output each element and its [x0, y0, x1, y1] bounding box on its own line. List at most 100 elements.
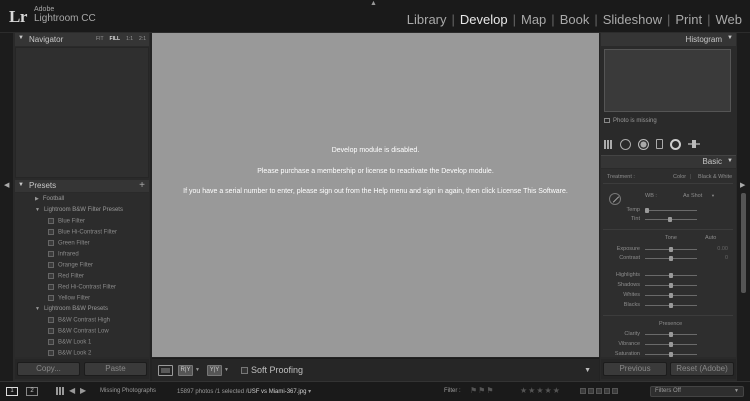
chevron-down-icon[interactable]: ▾ — [308, 389, 311, 395]
forward-arrow-icon[interactable]: ▶ — [80, 386, 86, 395]
zoom-1-1[interactable]: 1:1 — [126, 36, 133, 42]
toolbar-menu-icon[interactable]: ▼ — [584, 367, 591, 374]
zoom-2-1[interactable]: 2:1 — [139, 36, 146, 42]
tint-slider[interactable]: Tint — [601, 216, 736, 224]
slider-knob[interactable] — [669, 273, 673, 278]
copy-button[interactable]: Copy... — [17, 362, 80, 376]
tone-auto-button[interactable]: Auto — [705, 235, 716, 241]
highlights-slider[interactable]: Highlights — [601, 272, 736, 280]
preset-folder[interactable]: ▶ Football — [35, 196, 64, 205]
graduated-filter-icon[interactable] — [656, 139, 663, 149]
red-eye-icon[interactable] — [638, 138, 649, 150]
soft-proofing-checkbox[interactable] — [241, 367, 248, 374]
preset-folder[interactable]: ▼ Lightroom B&W Presets — [35, 306, 108, 315]
collapse-triangle-icon[interactable]: ▼ — [727, 158, 733, 164]
white-balance-eyedropper-icon[interactable] — [609, 193, 621, 205]
color-label-filter[interactable] — [580, 388, 618, 394]
preset-item[interactable]: Green Filter — [48, 240, 90, 249]
treatment-bw-option[interactable]: Black & White — [698, 174, 732, 180]
paste-button[interactable]: Paste — [84, 362, 147, 376]
preset-item[interactable]: B&W Contrast Low — [48, 328, 109, 337]
left-panel-edge[interactable]: ◀ — [0, 33, 13, 381]
flag-filter-icons[interactable]: ⚑⚑⚑ — [470, 386, 495, 395]
slider-knob[interactable] — [669, 303, 673, 308]
clarity-slider[interactable]: Clarity — [601, 331, 736, 339]
preset-item[interactable]: Orange Filter — [48, 262, 93, 271]
color-label-icon[interactable] — [612, 388, 618, 394]
vibrance-slider[interactable]: Vibrance — [601, 341, 736, 349]
chevron-down-icon[interactable]: ▼ — [711, 193, 715, 198]
spot-removal-icon[interactable] — [620, 138, 631, 150]
crop-overlay-icon[interactable] — [604, 139, 613, 149]
zoom-fill[interactable]: FILL — [110, 36, 121, 42]
treatment-color-option[interactable]: Color — [673, 174, 686, 180]
previous-button[interactable]: Previous — [603, 362, 667, 376]
slider-knob[interactable] — [669, 247, 673, 252]
chevron-down-icon[interactable]: ▼ — [195, 367, 200, 373]
presets-header[interactable]: ▼ Presets + — [15, 180, 149, 192]
slider-knob[interactable] — [669, 283, 673, 288]
preset-item[interactable]: Blue Hi-Contrast Filter — [48, 229, 117, 238]
collapse-triangle-icon[interactable]: ▼ — [727, 35, 733, 41]
preset-item[interactable]: Blue Filter — [48, 218, 85, 227]
filters-dropdown[interactable]: Filters Off ▼ — [650, 386, 744, 397]
module-slideshow[interactable]: Slideshow — [599, 12, 666, 27]
color-label-icon[interactable] — [580, 388, 586, 394]
adjustment-brush-icon[interactable] — [688, 140, 700, 148]
collapse-right-panel-icon[interactable]: ▶ — [740, 181, 745, 189]
module-map[interactable]: Map — [517, 12, 550, 27]
chevron-down-icon[interactable]: ▼ — [224, 367, 229, 373]
preset-item[interactable]: B&W Look 1 — [48, 339, 91, 348]
shadows-slider[interactable]: Shadows — [601, 282, 736, 290]
saturation-slider[interactable]: Saturation — [601, 351, 736, 357]
exposure-slider[interactable]: Exposure 0.00 — [601, 246, 736, 254]
color-label-icon[interactable] — [604, 388, 610, 394]
module-develop[interactable]: Develop — [456, 12, 512, 27]
color-label-icon[interactable] — [596, 388, 602, 394]
slider-track[interactable] — [645, 210, 697, 211]
slider-knob[interactable] — [669, 256, 673, 261]
zoom-fit[interactable]: FIT — [96, 36, 104, 42]
module-web[interactable]: Web — [712, 12, 747, 27]
filmstrip-source[interactable]: Missing Photographs — [100, 388, 156, 394]
slider-knob[interactable] — [669, 332, 673, 337]
primary-display-button[interactable]: 1 — [6, 387, 18, 396]
navigator-preview[interactable] — [15, 47, 149, 178]
preset-item[interactable]: B&W Contrast High — [48, 317, 110, 326]
right-panel-scrollbar[interactable] — [741, 193, 746, 293]
back-arrow-icon[interactable]: ◀ — [69, 386, 75, 395]
before-after-swap-icon[interactable]: Y|Y — [207, 365, 222, 376]
contrast-slider[interactable]: Contrast 0 — [601, 255, 736, 263]
radial-filter-icon[interactable] — [670, 138, 681, 150]
slider-knob[interactable] — [645, 208, 649, 213]
histogram-header[interactable]: Histogram ▼ — [601, 33, 736, 46]
slider-knob[interactable] — [669, 293, 673, 298]
collapse-left-panel-icon[interactable]: ◀ — [4, 181, 9, 189]
loupe-view-icon[interactable] — [158, 365, 173, 376]
module-library[interactable]: Library — [403, 12, 451, 27]
basic-panel-header[interactable]: Basic ▼ — [601, 155, 736, 168]
whites-slider[interactable]: Whites — [601, 292, 736, 300]
right-panel-edge[interactable]: ▶ — [737, 33, 750, 381]
preset-folder[interactable]: ▼ Lightroom B&W Filter Presets — [35, 207, 123, 216]
module-book[interactable]: Book — [556, 12, 594, 27]
secondary-display-button[interactable]: 2 — [26, 387, 38, 396]
module-print[interactable]: Print — [671, 12, 706, 27]
star-filter-icons[interactable]: ★★★★★ — [520, 386, 561, 395]
before-after-icon[interactable]: R|Y — [178, 365, 193, 376]
collapse-triangle-icon[interactable]: ▼ — [18, 35, 24, 41]
slider-knob[interactable] — [668, 217, 672, 222]
preset-item[interactable]: B&W Look 2 — [48, 350, 91, 357]
navigator-header[interactable]: ▼ Navigator FIT FILL 1:1 2:1 — [15, 33, 149, 46]
reset-button[interactable]: Reset (Adobe) — [670, 362, 734, 376]
preset-item[interactable]: Infrared — [48, 251, 79, 260]
preset-item[interactable]: Red Hi-Contrast Filter — [48, 284, 116, 293]
add-preset-icon[interactable]: + — [139, 180, 145, 191]
blacks-slider[interactable]: Blacks — [601, 302, 736, 310]
color-label-icon[interactable] — [588, 388, 594, 394]
collapse-top-panel-icon[interactable]: ▲ — [370, 0, 377, 7]
wb-dropdown[interactable]: As Shot — [683, 193, 702, 199]
preset-item[interactable]: Red Filter — [48, 273, 84, 282]
grid-view-icon[interactable] — [56, 387, 64, 395]
preset-item[interactable]: Yellow Filter — [48, 295, 90, 304]
